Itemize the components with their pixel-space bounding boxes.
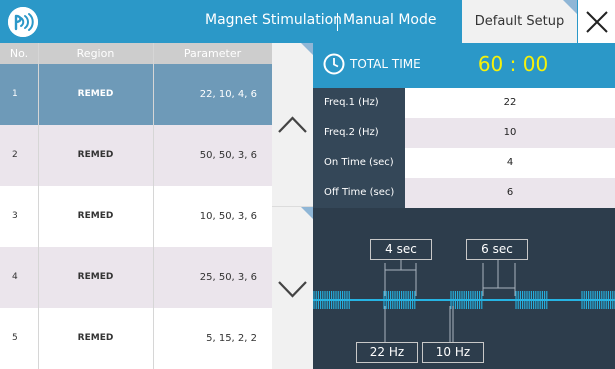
table-header: No. Region Parameter — [0, 43, 272, 64]
mode-label: Manual Mode — [343, 12, 437, 28]
total-time-value: 60 : 00 — [477, 52, 549, 76]
row-number: 4 — [12, 272, 18, 282]
row-parameter: 50, 50, 3, 6 — [199, 150, 257, 161]
default-setup-label: Default Setup — [474, 14, 565, 29]
row-number: 1 — [12, 89, 18, 99]
scroll-column — [272, 43, 313, 369]
param-value-off-time[interactable]: 6 — [405, 178, 615, 208]
on-time-tag: 4 sec — [370, 239, 432, 260]
row-region: REMED — [77, 272, 114, 282]
pulse-train — [450, 291, 483, 309]
corner-marker — [301, 207, 313, 219]
row-region: REMED — [77, 333, 114, 343]
close-icon — [585, 10, 608, 33]
off-time-tag: 6 sec — [466, 239, 528, 260]
freq2-tag: 10 Hz — [422, 342, 484, 363]
table-row[interactable]: 4 REMED 25, 50, 3, 6 — [0, 247, 272, 308]
param-label: On Time (sec) — [313, 148, 405, 178]
column-divider — [153, 43, 154, 369]
scroll-down-button[interactable] — [272, 207, 313, 367]
row-number: 2 — [12, 150, 18, 160]
table-row[interactable]: 3 REMED 10, 50, 3, 6 — [0, 186, 272, 247]
column-divider — [38, 43, 39, 369]
total-time-bar: TOTAL TIME 60 : 00 — [313, 43, 615, 88]
table-row[interactable]: 5 REMED 5, 15, 2, 2 — [0, 308, 272, 369]
param-value-freq2[interactable]: 10 — [405, 118, 615, 148]
title-divider — [337, 13, 338, 31]
param-row-freq2[interactable]: Freq.2 (Hz) 10 — [313, 118, 615, 148]
row-parameter: 10, 50, 3, 6 — [199, 211, 257, 222]
param-row-off-time[interactable]: Off Time (sec) 6 — [313, 178, 615, 208]
param-row-on-time[interactable]: On Time (sec) 4 — [313, 148, 615, 178]
param-value-on-time[interactable]: 4 — [405, 148, 615, 178]
row-parameter: 22, 10, 4, 6 — [199, 89, 257, 100]
table-row[interactable]: 1 REMED 22, 10, 4, 6 — [0, 64, 272, 125]
waveform-panel: 4 sec 6 sec 22 Hz 10 Hz — [313, 208, 615, 369]
param-row-freq1[interactable]: Freq.1 (Hz) 22 — [313, 88, 615, 118]
row-parameter: 25, 50, 3, 6 — [199, 272, 257, 283]
chevron-down-icon — [278, 281, 307, 298]
clock-icon — [323, 53, 345, 75]
row-region: REMED — [77, 89, 114, 99]
app-header: Magnet Stimulation Manual Mode Default S… — [0, 0, 615, 43]
row-parameter: 5, 15, 2, 2 — [206, 333, 257, 344]
freq1-tag: 22 Hz — [356, 342, 418, 363]
close-button[interactable] — [578, 0, 615, 43]
app-title: Magnet Stimulation — [205, 12, 343, 28]
param-label: Off Time (sec) — [313, 178, 405, 208]
default-setup-button[interactable]: Default Setup — [462, 0, 577, 43]
row-region: REMED — [77, 211, 114, 221]
param-value-freq1[interactable]: 22 — [405, 88, 615, 118]
column-header-no: No. — [9, 47, 29, 60]
column-header-region: Region — [76, 47, 115, 60]
corner-marker — [301, 43, 313, 55]
coil-logo-icon — [8, 7, 38, 37]
table-row[interactable]: 2 REMED 50, 50, 3, 6 — [0, 125, 272, 186]
corner-marker — [563, 0, 577, 14]
column-header-parameter: Parameter — [183, 47, 242, 60]
param-label: Freq.1 (Hz) — [313, 88, 405, 118]
row-number: 5 — [12, 333, 18, 343]
total-time-label: TOTAL TIME — [350, 57, 421, 71]
row-number: 3 — [12, 211, 18, 221]
pulse-train — [515, 291, 548, 309]
scroll-up-button[interactable] — [272, 43, 313, 203]
chevron-up-icon — [278, 116, 307, 133]
param-label: Freq.2 (Hz) — [313, 118, 405, 148]
pulse-train — [383, 291, 416, 309]
row-region: REMED — [77, 150, 114, 160]
